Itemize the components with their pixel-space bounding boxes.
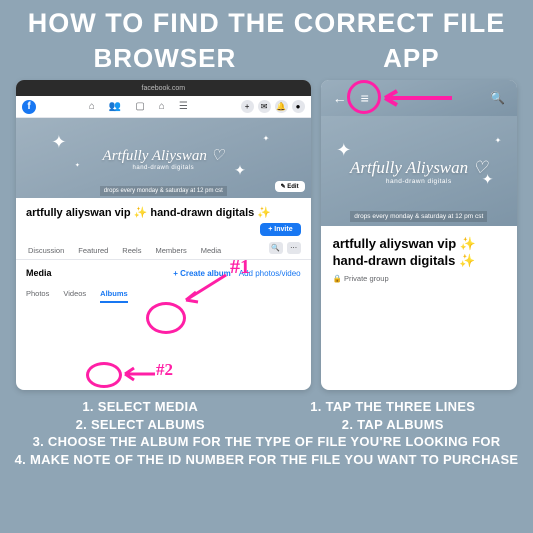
app-group-title-line2: hand-drawn digitals ✨: [333, 253, 505, 270]
tab-featured[interactable]: Featured: [76, 242, 110, 259]
app-topbar: ← ≡ 🔍: [321, 80, 517, 116]
more-icon[interactable]: ⋯: [287, 242, 301, 254]
instr-b2: 2. SELECT ALBUMS: [14, 416, 267, 434]
invite-button[interactable]: + Invite: [260, 223, 300, 236]
annotation-arrow-2: [120, 366, 160, 386]
subtitle-app: APP: [383, 43, 439, 74]
add-photos-link[interactable]: Add photos/video: [239, 269, 301, 278]
app-cover-subtitle: hand-drawn digitals: [386, 178, 452, 185]
instr-a2: 2. TAP ALBUMS: [267, 416, 520, 434]
subtitle-browser: BROWSER: [93, 43, 236, 74]
back-icon[interactable]: ←: [333, 90, 347, 106]
groups-icon[interactable]: ☰: [179, 101, 188, 112]
browser-chrome: facebook.com: [16, 80, 311, 96]
browser-url: facebook.com: [142, 85, 186, 92]
instructions-browser: 1. SELECT MEDIA 2. SELECT ALBUMS: [14, 398, 267, 433]
tab-media[interactable]: Media: [199, 242, 223, 259]
annotation-circle-albums: [86, 362, 122, 388]
media-tab-videos[interactable]: Videos: [63, 286, 86, 303]
plus-icon[interactable]: +: [241, 100, 254, 113]
tab-discussion[interactable]: Discussion: [26, 242, 66, 259]
instr-s1: 3. CHOOSE THE ALBUM FOR THE TYPE OF FILE…: [14, 433, 519, 451]
media-tab-albums[interactable]: Albums: [100, 286, 128, 303]
tab-members[interactable]: Members: [153, 242, 188, 259]
media-heading: Media: [26, 268, 52, 278]
app-privacy-label: 🔒 Private group: [321, 272, 517, 293]
video-icon[interactable]: ▢: [135, 101, 144, 112]
market-icon[interactable]: ⌂: [159, 101, 165, 112]
instructions: 1. SELECT MEDIA 2. SELECT ALBUMS 1. TAP …: [0, 390, 533, 468]
fb-logo-icon[interactable]: f: [22, 100, 36, 114]
friends-icon[interactable]: 👥: [109, 101, 121, 112]
messenger-icon[interactable]: ✉: [258, 100, 271, 113]
instr-s2: 4. MAKE NOTE OF THE ID NUMBER FOR THE FI…: [14, 451, 519, 469]
cover-brand: Artfully Aliyswan ♡: [103, 146, 225, 165]
instr-a1: 1. TAP THE THREE LINES: [267, 398, 520, 416]
sparkle-icon: ✦: [51, 132, 66, 153]
instructions-app: 1. TAP THE THREE LINES 2. TAP ALBUMS: [267, 398, 520, 433]
cover-subtitle: hand-drawn digitals: [133, 165, 195, 171]
app-cover-brand: Artfully Aliyswan ♡: [350, 158, 488, 178]
instr-b1: 1. SELECT MEDIA: [14, 398, 267, 416]
media-section: Media + Create album Add photos/video Ph…: [16, 260, 311, 311]
avatar-icon[interactable]: ●: [292, 100, 305, 113]
main-title: HOW TO FIND THE CORRECT FILE: [0, 0, 533, 43]
create-album-link[interactable]: + Create album: [173, 269, 231, 278]
group-tabs: Discussion Featured Reels Members Media …: [16, 242, 311, 260]
search-icon[interactable]: 🔍: [490, 91, 505, 105]
app-cover-image: ✦ ✦ ✦ Artfully Aliyswan ♡ hand-drawn dig…: [321, 116, 517, 226]
home-icon[interactable]: ⌂: [89, 101, 95, 112]
browser-panel: facebook.com f ⌂ 👥 ▢ ⌂ ☰ + ✉ 🔔 ● ✦ ✦ ✦ ✦…: [16, 80, 311, 390]
edit-button[interactable]: ✎ Edit: [275, 181, 305, 192]
app-panel: ← ≡ 🔍 ✦ ✦ ✦ Artfully Aliyswan ♡ hand-dra…: [321, 80, 517, 390]
sparkle-icon: ✦: [263, 134, 270, 143]
annotation-tag-2: #2: [156, 360, 173, 380]
cover-drop-text: drops every monday & saturday at 12 pm c…: [100, 186, 227, 196]
fb-topbar: f ⌂ 👥 ▢ ⌂ ☰ + ✉ 🔔 ●: [16, 96, 311, 118]
sparkle-icon: ✦: [75, 162, 80, 169]
app-group-title: artfully aliyswan vip ✨ hand-drawn digit…: [321, 226, 517, 272]
search-icon[interactable]: 🔍: [269, 242, 283, 254]
tab-reels[interactable]: Reels: [120, 242, 143, 259]
subtitle-row: BROWSER APP: [0, 43, 533, 80]
app-cover-drop: drops every monday & saturday at 12 pm c…: [350, 211, 487, 222]
app-group-title-line1: artfully aliyswan vip ✨: [333, 236, 505, 253]
sparkle-icon: ✦: [495, 136, 502, 145]
hamburger-icon[interactable]: ≡: [361, 90, 369, 106]
media-tab-photos[interactable]: Photos: [26, 286, 49, 303]
cover-image: ✦ ✦ ✦ ✦ Artfully Aliyswan ♡ hand-drawn d…: [16, 118, 311, 198]
group-title: artfully aliyswan vip ✨ hand-drawn digit…: [16, 198, 311, 223]
sparkle-icon: ✦: [234, 162, 246, 179]
bell-icon[interactable]: 🔔: [275, 100, 288, 113]
